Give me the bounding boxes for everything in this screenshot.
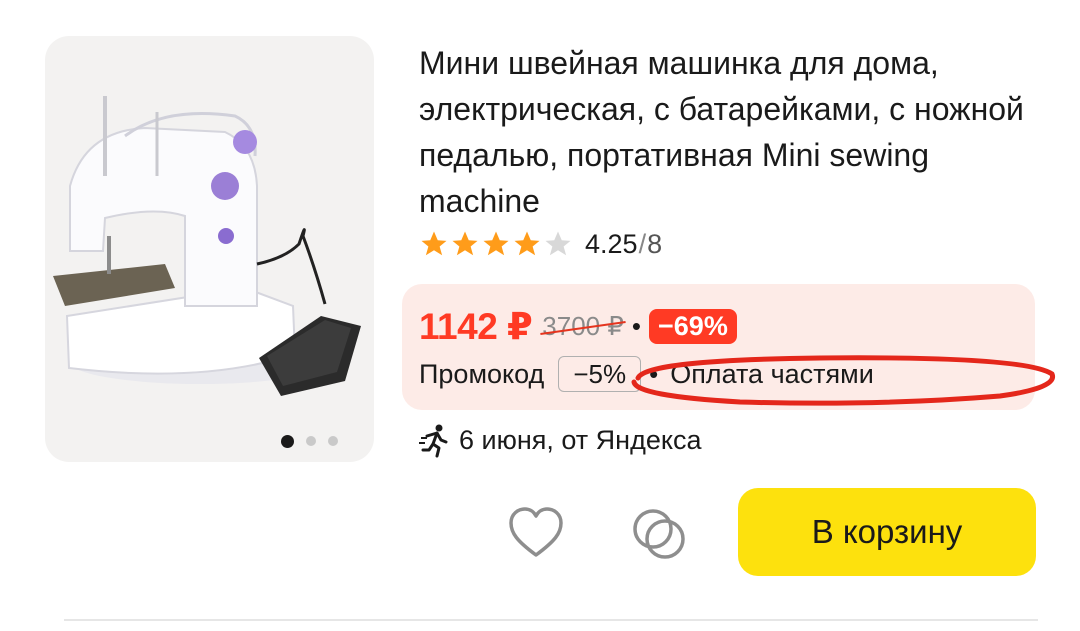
delivery-info: 6 июня, от Яндекса: [417, 422, 702, 458]
star-empty-icon: [545, 231, 571, 256]
discount-badge: −69%: [649, 308, 737, 344]
product-image-card[interactable]: [45, 36, 374, 462]
red-ellipse-annotation: [631, 355, 1056, 406]
price-row: 1142 ₽ 3700 ₽ • −69%: [419, 304, 737, 348]
rating-row[interactable]: 4.25/8: [419, 226, 662, 262]
gallery-pagination[interactable]: [45, 435, 374, 448]
star-filled-icon: [514, 231, 540, 256]
bullet-separator: •: [631, 310, 642, 341]
star-filled-icon: [421, 231, 447, 256]
review-count: 8: [647, 228, 663, 259]
rating-stars: [419, 229, 573, 259]
compare-circles-icon: [633, 509, 685, 559]
rating-value: 4.25: [585, 228, 638, 259]
heart-icon: [509, 507, 563, 557]
old-price: 3700 ₽: [542, 310, 624, 341]
current-price: 1142 ₽: [419, 305, 533, 347]
star-filled-icon: [483, 231, 509, 256]
gallery-dot-2[interactable]: [306, 436, 316, 446]
gallery-dot-3[interactable]: [328, 436, 338, 446]
running-person-icon: [419, 424, 448, 458]
promo-label: Промокод: [419, 358, 545, 389]
sewing-machine-image: [53, 96, 361, 396]
star-filled-icon: [452, 231, 478, 256]
compare-button[interactable]: [627, 503, 691, 563]
add-to-cart-button[interactable]: В корзину: [738, 488, 1036, 576]
product-title[interactable]: Мини швейная машинка для дома, электриче…: [419, 40, 1039, 224]
favorite-button[interactable]: [505, 503, 567, 563]
divider: [64, 619, 1038, 621]
gallery-dot-1[interactable]: [281, 435, 294, 448]
delivery-text: 6 июня, от Яндекса: [459, 424, 702, 455]
rating-separator: /: [638, 228, 647, 259]
